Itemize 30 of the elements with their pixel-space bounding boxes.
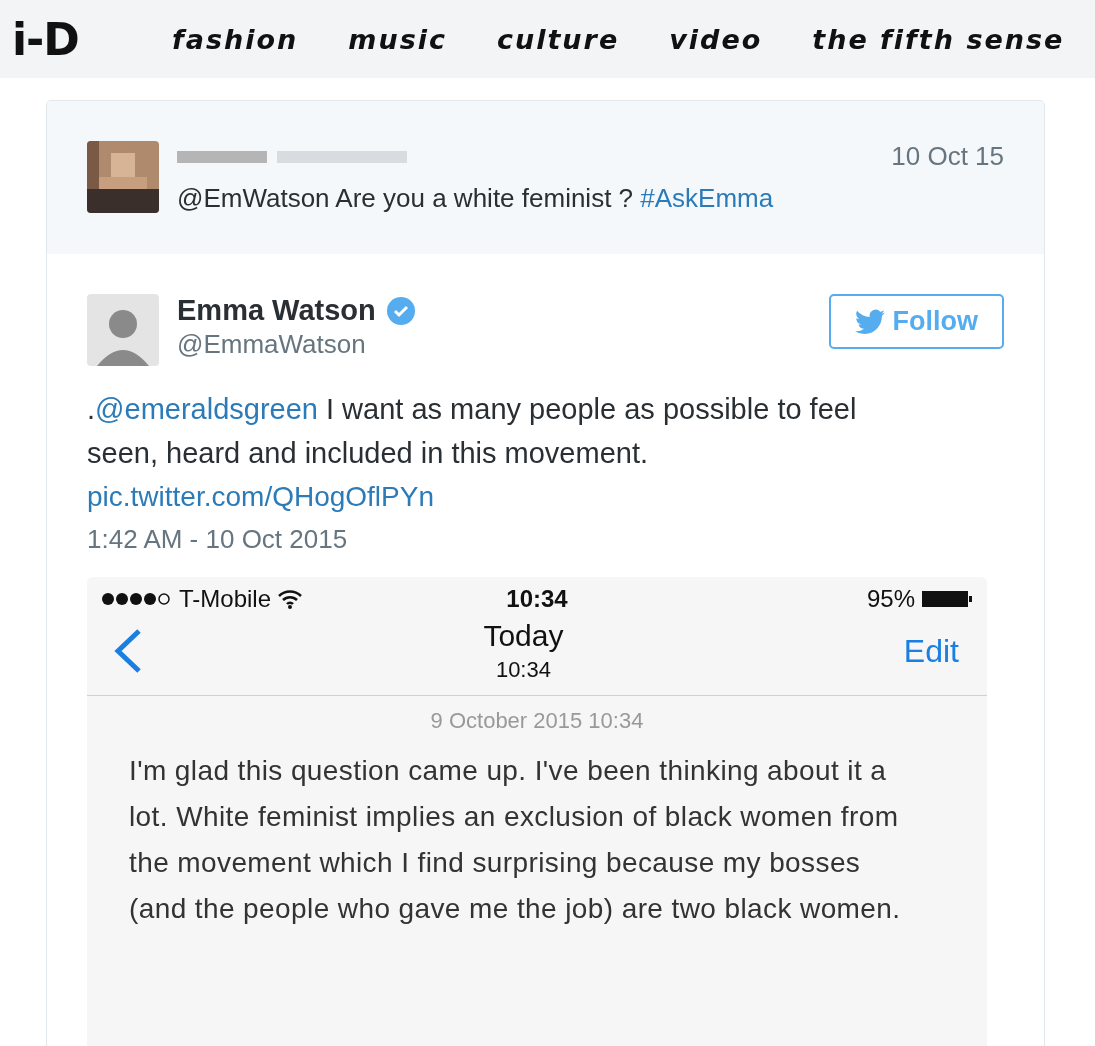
- avatar[interactable]: [87, 294, 159, 366]
- note-date: 9 October 2015 10:34: [429, 707, 645, 736]
- user-handle[interactable]: @EmmaWatson: [177, 329, 811, 360]
- back-chevron-icon[interactable]: [113, 629, 143, 674]
- tweet-text: @EmWatson Are you a white feminist ? #AskEmma: [177, 182, 775, 215]
- wifi-icon: [277, 589, 304, 610]
- tweet-timestamp: 1:42 AM - 10 Oct 2015: [87, 524, 349, 556]
- note-text: I'm glad this question came up. I've been thinking about it a lot. White feminist implies an exclusion of black women from the movement which I find surprising because my bosses (and the people who gave me the job) are two black women.: [128, 754, 902, 927]
- bird-icon: [854, 308, 885, 335]
- site-logo[interactable]: i-D: [12, 13, 162, 65]
- screen-title: Today: [483, 619, 564, 654]
- signal-icon: [101, 592, 173, 607]
- tweet-text: .@emeraldsgreen I want as many people as possible to feel seen, heard and included in this movement.: [87, 392, 858, 471]
- tweet-date: 10 Oct 15: [891, 141, 1004, 172]
- nav-link[interactable]: culture: [497, 23, 620, 55]
- battery-icon: [921, 589, 973, 610]
- screen-subtitle: 10:34: [495, 657, 551, 684]
- link[interactable]: #AskEmma: [640, 183, 774, 213]
- edit-button[interactable]: Edit: [903, 632, 959, 670]
- status-time: 10:34: [506, 585, 568, 614]
- picture-link[interactable]: pic.twitter.com/QHogOflPYn: [87, 475, 434, 519]
- link[interactable]: @emeraldsgreen: [95, 393, 318, 425]
- nav-link[interactable]: fashion: [172, 23, 299, 55]
- nav-link[interactable]: music: [348, 23, 447, 55]
- battery-percent: 95%: [866, 585, 915, 614]
- user-name[interactable]: Emma Watson: [177, 294, 376, 327]
- blurred-avatar-drawing: [87, 141, 159, 213]
- carrier-name: T-Mobile: [179, 585, 272, 614]
- nav-link[interactable]: video: [669, 23, 763, 55]
- nav-link[interactable]: the fifth sense: [812, 23, 1065, 55]
